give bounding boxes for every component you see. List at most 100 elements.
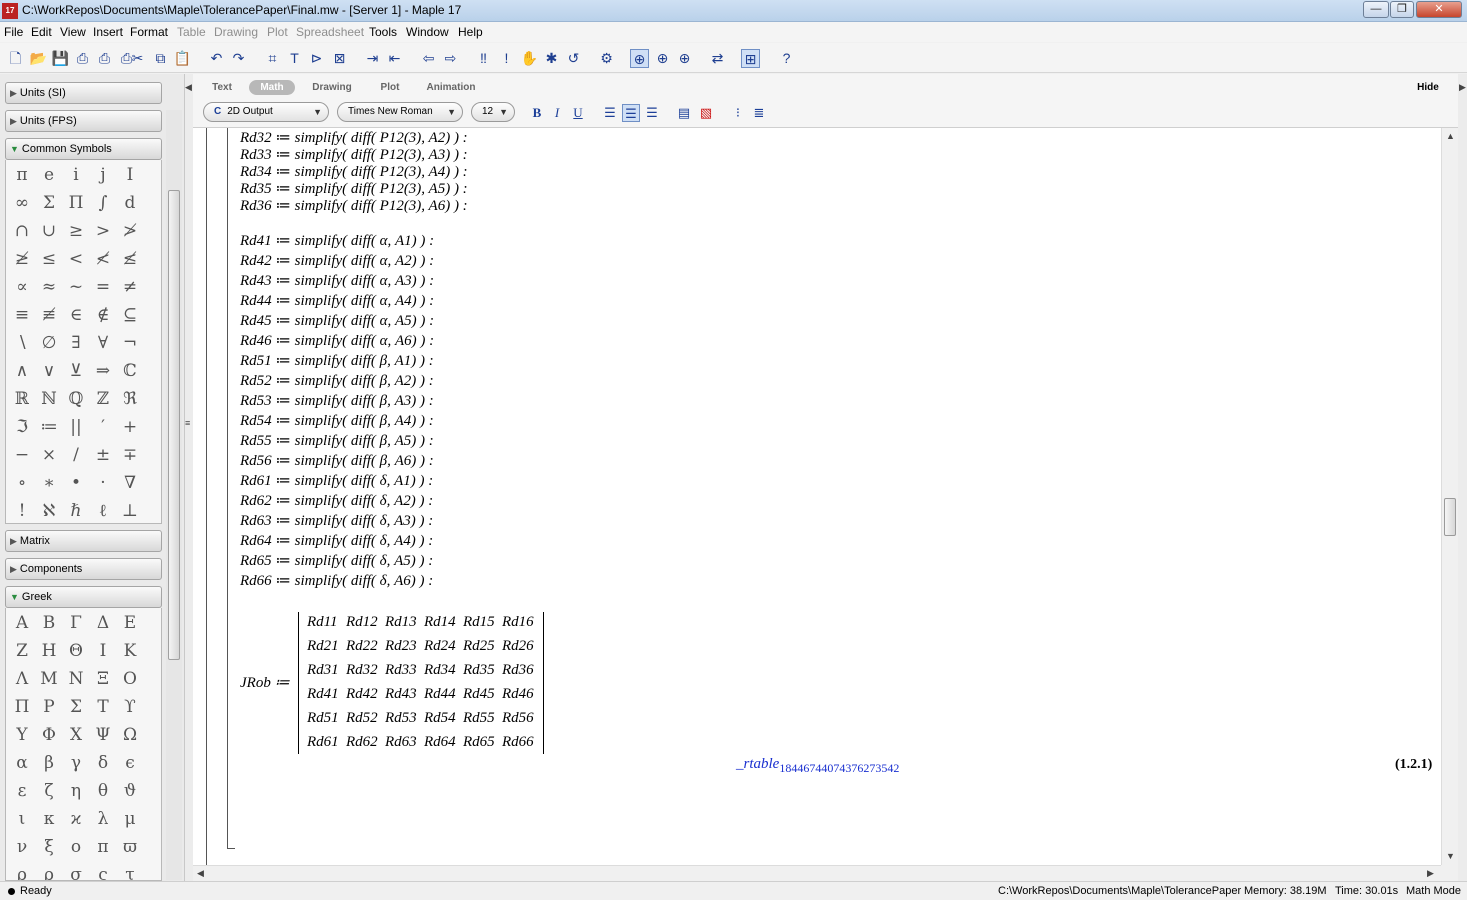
greek-symbol-button[interactable]: Θ [63,638,89,664]
section-bracket[interactable] [206,128,207,865]
greek-symbol-button[interactable]: ξ [36,834,62,860]
maple-app-icon[interactable]: 17 [2,3,18,19]
common-symbol-button[interactable]: ℤ [90,386,116,412]
equation-label[interactable]: (1.2.1) [1395,757,1432,773]
print-icon[interactable]: ⎙ [73,49,92,68]
save-icon[interactable]: 💾 [51,49,70,68]
collapse-left-icon[interactable]: ◀ [185,82,192,93]
palette-units-si[interactable]: ▶ Units (SI) [5,82,162,104]
common-symbol-button[interactable]: ∓ [117,442,143,468]
font-family-select[interactable]: Times New Roman ▼ [337,102,463,122]
greek-symbol-button[interactable]: Σ [63,694,89,720]
font-size-select[interactable]: 12 ▼ [471,102,515,122]
common-symbol-button[interactable]: ∘ [9,470,35,496]
greek-symbol-button[interactable]: τ [117,862,143,880]
common-symbol-button[interactable]: ℜ [117,386,143,412]
menu-drawing[interactable]: Drawing [214,25,258,39]
greek-symbol-button[interactable]: π [90,834,116,860]
greek-symbol-button[interactable]: ϱ [36,862,62,880]
bold-button[interactable]: B [528,104,546,122]
greek-symbol-button[interactable]: Δ [90,610,116,636]
greek-symbol-button[interactable]: Ι [90,638,116,664]
common-symbol-button[interactable]: ⇒ [90,358,116,384]
align-left-icon[interactable]: ☰ [601,104,619,122]
common-symbol-button[interactable]: = [90,274,116,300]
align-center-icon[interactable]: ☰ [622,104,640,122]
zoom-150-icon[interactable]: ⊕ [653,49,672,68]
greek-symbol-button[interactable]: ι [9,806,35,832]
math-input-line[interactable]: Rd45 ≔ simplify( diff( α, A5) ) : [240,311,434,331]
common-symbol-button[interactable]: ≈ [36,274,62,300]
greek-symbol-button[interactable]: Μ [36,666,62,692]
zoom-100-icon[interactable]: ⊕ [630,49,649,68]
common-symbol-button[interactable]: × [36,442,62,468]
common-symbol-button[interactable]: / [63,442,89,468]
greek-symbol-button[interactable]: Ρ [36,694,62,720]
palette-matrix[interactable]: ▶ Matrix [5,530,162,552]
palette-greek[interactable]: ▼ Greek [5,586,162,608]
greek-symbol-button[interactable]: Ζ [9,638,35,664]
math-input-line[interactable]: Rd65 ≔ simplify( diff( δ, A5) ) : [240,551,433,571]
close-button[interactable]: ✕ [1416,1,1462,18]
greek-symbol-button[interactable]: Κ [117,638,143,664]
print-preview-icon[interactable]: ⎙ [95,49,114,68]
common-symbol-button[interactable]: I [117,162,143,188]
debug-icon[interactable]: ✱ [542,49,561,68]
math-input-line[interactable]: Rd62 ≔ simplify( diff( δ, A2) ) : [240,491,433,511]
common-symbol-button[interactable]: + [117,414,143,440]
italic-button[interactable]: I [548,104,566,122]
greek-symbol-button[interactable]: Β [36,610,62,636]
text-color-icon[interactable]: ▤ [675,104,693,122]
paste-icon[interactable]: 📋 [173,49,192,68]
common-symbol-button[interactable]: ℕ [36,386,62,412]
common-symbol-button[interactable]: ∇ [117,470,143,496]
palette-components[interactable]: ▶ Components [5,558,162,580]
common-symbol-button[interactable]: ≰ [117,246,143,272]
math-input-line[interactable]: Rd44 ≔ simplify( diff( α, A4) ) : [240,291,434,311]
common-symbol-button[interactable]: ± [90,442,116,468]
palette-units-fps[interactable]: ▶ Units (FPS) [5,110,162,132]
greek-symbol-button[interactable]: Ν [63,666,89,692]
common-symbol-button[interactable]: d [117,190,143,216]
insert-execution-group-icon[interactable]: ⊠ [330,49,349,68]
greek-symbol-button[interactable]: α [9,750,35,776]
common-symbol-button[interactable]: ∧ [9,358,35,384]
common-symbol-button[interactable]: e [36,162,62,188]
math-input-line[interactable]: Rd61 ≔ simplify( diff( δ, A1) ) : [240,471,433,491]
menu-spreadsheet[interactable]: Spreadsheet [296,25,364,39]
common-symbol-button[interactable]: ∈ [63,302,89,328]
greek-symbol-button[interactable]: ε [9,778,35,804]
math-input-line[interactable]: Rd46 ≔ simplify( diff( α, A6) ) : [240,331,434,351]
greek-symbol-button[interactable]: ϖ [117,834,143,860]
splitter-grip-icon[interactable]: ≡ [185,418,190,428]
tab-animation[interactable]: Animation [421,80,481,95]
greek-symbol-button[interactable]: Π [9,694,35,720]
common-symbol-button[interactable]: ≔ [36,414,62,440]
greek-symbol-button[interactable]: θ [90,778,116,804]
common-symbol-button[interactable]: ~ [63,274,89,300]
math-input-line[interactable]: Rd63 ≔ simplify( diff( δ, A3) ) : [240,511,433,531]
greek-symbol-button[interactable]: μ [117,806,143,832]
math-input-line[interactable]: Rd41 ≔ simplify( diff( α, A1) ) : [240,231,434,251]
common-symbol-button[interactable]: ∞ [9,190,35,216]
math-input-line[interactable]: Rd56 ≔ simplify( diff( β, A6) ) : [240,451,434,471]
scroll-up-icon[interactable]: ▲ [1446,131,1455,141]
output-style-select[interactable]: C 2D Output ▼ [203,102,329,122]
palette-scroll-thumb[interactable] [168,190,180,660]
redo-icon[interactable]: ↷ [229,49,248,68]
math-input-line[interactable]: Rd52 ≔ simplify( diff( β, A2) ) : [240,371,434,391]
outdent-icon[interactable]: ⇤ [385,49,404,68]
minimize-button[interactable]: — [1363,1,1389,18]
common-symbol-button[interactable]: ≡ [9,302,35,328]
menu-insert[interactable]: Insert [93,25,123,39]
common-symbol-button[interactable]: ∖ [9,330,35,356]
greek-symbol-button[interactable]: β [36,750,62,776]
copy-icon[interactable]: ⧉ [151,49,170,68]
cut-icon[interactable]: ✂ [128,49,147,68]
insert-text-icon[interactable]: T [285,49,304,68]
common-symbol-button[interactable]: Π [63,190,89,216]
greek-symbol-button[interactable]: ϰ [63,806,89,832]
common-symbol-button[interactable]: ∫ [90,190,116,216]
palette-splitter[interactable]: ◀ ≡ [185,74,193,881]
common-symbol-button[interactable]: ≤ [36,246,62,272]
